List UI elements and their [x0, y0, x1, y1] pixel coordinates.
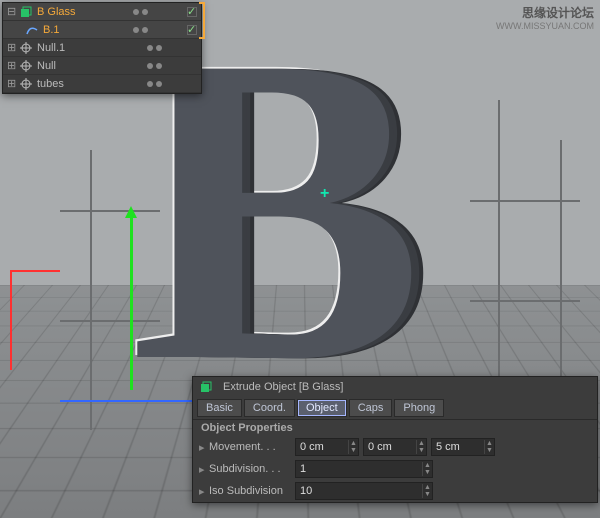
extrude-icon: [19, 5, 33, 19]
label-subdivision: Subdivision. . .: [209, 463, 291, 475]
movement-z-field[interactable]: ▲▼: [431, 438, 495, 456]
selection-bracket-icon: [199, 2, 205, 39]
object-row-b1[interactable]: B.1: [3, 21, 201, 39]
axis-y-arrow[interactable]: [130, 210, 133, 390]
section-header: Object Properties: [193, 419, 597, 436]
subdivision-field[interactable]: ▲▼: [295, 460, 433, 478]
visibility-dots[interactable]: [147, 45, 197, 51]
tree-expand-icon[interactable]: ⊞: [7, 41, 19, 54]
tab-caps[interactable]: Caps: [349, 399, 393, 417]
iso-subdivision-field[interactable]: ▲▼: [295, 482, 433, 500]
label-iso-subdivision: Iso Subdivision: [209, 485, 291, 497]
movement-y-input[interactable]: [364, 441, 416, 453]
object-row-tubes[interactable]: ⊞ tubes: [3, 75, 201, 93]
object-name: B.1: [43, 24, 127, 36]
scaffold-pole: [560, 140, 562, 380]
axis-guide-red: [10, 270, 60, 272]
attribute-manager-panel[interactable]: Extrude Object [B Glass] Basic Coord. Ob…: [192, 376, 598, 503]
tree-expand-icon[interactable]: ⊞: [7, 77, 19, 90]
tab-basic[interactable]: Basic: [197, 399, 242, 417]
disclosure-icon[interactable]: ▸: [199, 485, 205, 498]
spinner-icon[interactable]: ▲▼: [422, 462, 432, 476]
tab-object[interactable]: Object: [297, 399, 347, 417]
watermark-sub: WWW.MISSYUAN.COM: [496, 21, 594, 31]
spline-icon: [25, 23, 39, 37]
visibility-dots[interactable]: [133, 9, 183, 15]
tag-check-icon[interactable]: [187, 25, 197, 35]
object-name: Null: [37, 60, 141, 72]
tab-coord[interactable]: Coord.: [244, 399, 295, 417]
null-icon: [19, 59, 33, 73]
null-icon: [19, 41, 33, 55]
disclosure-icon[interactable]: ▸: [199, 441, 205, 454]
tree-expand-icon[interactable]: ⊞: [7, 59, 19, 72]
visibility-dots[interactable]: [147, 63, 197, 69]
tree-collapse-icon[interactable]: ⊟: [7, 5, 19, 18]
axis-guide-red: [10, 270, 12, 370]
movement-z-input[interactable]: [432, 441, 484, 453]
attribute-title-bar: Extrude Object [B Glass]: [193, 377, 597, 397]
attribute-tabs: Basic Coord. Object Caps Phong: [193, 397, 597, 419]
object-name: tubes: [37, 78, 141, 90]
object-name: B Glass: [37, 6, 127, 18]
movement-x-field[interactable]: ▲▼: [295, 438, 359, 456]
spinner-icon[interactable]: ▲▼: [422, 484, 432, 498]
extrude-icon: [199, 380, 213, 394]
cursor-cross-icon: +: [320, 185, 329, 203]
tab-phong[interactable]: Phong: [394, 399, 444, 417]
scaffold-pole: [90, 150, 92, 430]
object-row-b-glass[interactable]: ⊟ B Glass: [3, 3, 201, 21]
visibility-dots[interactable]: [133, 27, 183, 33]
object-manager-panel[interactable]: ⊟ B Glass B.1 ⊞ Null.1 ⊞ Null ⊞: [2, 2, 202, 94]
scaffold-bar: [470, 300, 580, 302]
movement-x-input[interactable]: [296, 441, 348, 453]
visibility-dots[interactable]: [147, 81, 197, 87]
watermark: 思缘设计论坛 WWW.MISSYUAN.COM: [496, 4, 594, 31]
null-icon: [19, 77, 33, 91]
movement-y-field[interactable]: ▲▼: [363, 438, 427, 456]
row-movement: ▸ Movement. . . ▲▼ ▲▼ ▲▼: [193, 436, 597, 458]
scaffold-bar: [470, 200, 580, 202]
iso-subdivision-input[interactable]: [296, 485, 422, 497]
spinner-icon[interactable]: ▲▼: [416, 440, 426, 454]
spinner-icon[interactable]: ▲▼: [484, 440, 494, 454]
scaffold-bar: [60, 210, 160, 212]
watermark-main: 思缘设计论坛: [522, 6, 594, 20]
spinner-icon[interactable]: ▲▼: [348, 440, 358, 454]
disclosure-icon[interactable]: ▸: [199, 463, 205, 476]
label-movement: Movement. . .: [209, 441, 291, 453]
object-row-null[interactable]: ⊞ Null: [3, 57, 201, 75]
row-iso-subdivision: ▸ Iso Subdivision ▲▼: [193, 480, 597, 502]
row-subdivision: ▸ Subdivision. . . ▲▼: [193, 458, 597, 480]
scaffold-bar: [60, 320, 160, 322]
object-name: Null.1: [37, 42, 141, 54]
scaffold-pole: [498, 100, 500, 400]
attribute-title: Extrude Object [B Glass]: [223, 381, 343, 393]
subdivision-input[interactable]: [296, 463, 422, 475]
tag-check-icon[interactable]: [187, 7, 197, 17]
object-row-null1[interactable]: ⊞ Null.1: [3, 39, 201, 57]
